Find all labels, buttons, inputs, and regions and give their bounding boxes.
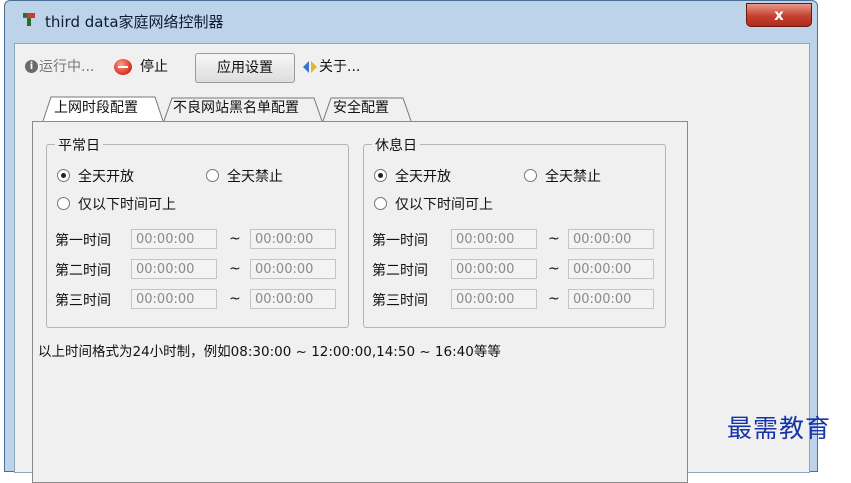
watermark-text: 最需教育 xyxy=(727,414,832,443)
weekday-title: 平常日 xyxy=(55,135,103,155)
radio-dot xyxy=(374,169,387,182)
weekday-slot2-end-input[interactable]: 00:00:00 xyxy=(250,259,336,279)
radio-dot xyxy=(57,169,70,182)
tab-blacklist[interactable]: 不良网站黑名单配置 xyxy=(163,96,323,122)
title-bar[interactable]: third data家庭网络控制器 x xyxy=(5,1,817,39)
tab-label: 安全配置 xyxy=(333,100,389,116)
time-format-note: 以上时间格式为24小时制，例如08:30:00 ~ 12:00:00,14:50… xyxy=(38,344,501,360)
holiday-slot3-end-input[interactable]: 00:00:00 xyxy=(568,289,654,309)
radio-dot xyxy=(206,169,219,182)
apply-settings-button[interactable]: 应用设置 xyxy=(195,53,295,83)
close-button[interactable]: x xyxy=(746,3,812,27)
stop-icon[interactable] xyxy=(114,59,132,75)
tab-panel-online-schedule: 平常日 全天开放 全天禁止 仅以下时间可上 第一时间 00:00:00 ~ 00… xyxy=(32,121,688,483)
app-window: third data家庭网络控制器 x i 运行中... 停止 应用设置 关于.… xyxy=(4,0,818,483)
tab-strip: 上网时段配置 不良网站黑名单配置 安全配置 xyxy=(42,96,462,122)
range-separator: ~ xyxy=(229,231,241,247)
info-icon: i xyxy=(25,60,38,73)
radio-dot xyxy=(524,169,537,182)
range-separator: ~ xyxy=(548,261,560,277)
holiday-slot2-start-input[interactable]: 00:00:00 xyxy=(451,259,537,279)
radio-label: 全天开放 xyxy=(78,169,134,185)
weekday-slot3-start-input[interactable]: 00:00:00 xyxy=(131,289,217,309)
tab-security[interactable]: 安全配置 xyxy=(322,96,412,122)
tab-online-schedule[interactable]: 上网时段配置 xyxy=(42,96,164,122)
holiday-slot2-label: 第二时间 xyxy=(372,263,428,279)
weekday-slot1-label: 第一时间 xyxy=(55,233,111,249)
holiday-slot1-start-input[interactable]: 00:00:00 xyxy=(451,229,537,249)
weekday-block-all-radio[interactable]: 全天禁止 xyxy=(206,168,283,186)
radio-label: 仅以下时间可上 xyxy=(78,197,176,213)
radio-label: 仅以下时间可上 xyxy=(395,197,493,213)
holiday-custom-time-radio[interactable]: 仅以下时间可上 xyxy=(374,196,493,214)
running-status: 运行中... xyxy=(39,59,95,75)
radio-label: 全天禁止 xyxy=(545,169,601,185)
about-icon[interactable] xyxy=(302,59,318,75)
weekday-group: 平常日 全天开放 全天禁止 仅以下时间可上 第一时间 00:00:00 ~ 00… xyxy=(46,135,349,328)
weekday-slot3-end-input[interactable]: 00:00:00 xyxy=(250,289,336,309)
tab-label: 不良网站黑名单配置 xyxy=(173,100,299,116)
holiday-title: 休息日 xyxy=(372,135,420,155)
holiday-block-all-radio[interactable]: 全天禁止 xyxy=(524,168,601,186)
holiday-slot2-end-input[interactable]: 00:00:00 xyxy=(568,259,654,279)
stop-button[interactable]: 停止 xyxy=(140,56,168,78)
app-logo-icon xyxy=(23,13,35,26)
about-button[interactable]: 关于... xyxy=(319,56,360,78)
holiday-slot3-start-input[interactable]: 00:00:00 xyxy=(451,289,537,309)
weekday-slot2-label: 第二时间 xyxy=(55,263,111,279)
holiday-slot1-end-input[interactable]: 00:00:00 xyxy=(568,229,654,249)
toolbar: i 运行中... 停止 应用设置 关于... xyxy=(15,52,809,84)
range-separator: ~ xyxy=(229,261,241,277)
holiday-slot3-label: 第三时间 xyxy=(372,293,428,309)
holiday-slot1-label: 第一时间 xyxy=(372,233,428,249)
radio-dot xyxy=(57,197,70,210)
range-separator: ~ xyxy=(229,291,241,307)
weekday-custom-time-radio[interactable]: 仅以下时间可上 xyxy=(57,196,176,214)
weekday-slot1-start-input[interactable]: 00:00:00 xyxy=(131,229,217,249)
holiday-group: 休息日 全天开放 全天禁止 仅以下时间可上 第一时间 00:00:00 ~ 00… xyxy=(363,135,666,328)
radio-label: 全天禁止 xyxy=(227,169,283,185)
weekday-slot1-end-input[interactable]: 00:00:00 xyxy=(250,229,336,249)
range-separator: ~ xyxy=(548,291,560,307)
weekday-slot3-label: 第三时间 xyxy=(55,293,111,309)
weekday-slot2-start-input[interactable]: 00:00:00 xyxy=(131,259,217,279)
client-area: i 运行中... 停止 应用设置 关于... 上网时段配置 不良网站黑名单配置 xyxy=(14,43,810,483)
window-title: third data家庭网络控制器 xyxy=(45,13,224,31)
radio-label: 全天开放 xyxy=(395,169,451,185)
tab-label: 上网时段配置 xyxy=(54,100,138,116)
weekday-open-all-radio[interactable]: 全天开放 xyxy=(57,168,134,186)
radio-dot xyxy=(374,197,387,210)
holiday-open-all-radio[interactable]: 全天开放 xyxy=(374,168,451,186)
range-separator: ~ xyxy=(548,231,560,247)
